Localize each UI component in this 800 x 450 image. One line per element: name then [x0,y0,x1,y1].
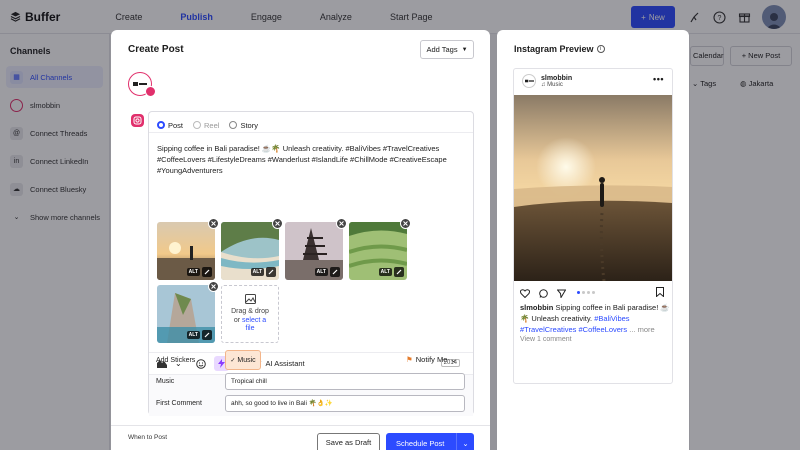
carousel-dot [582,291,585,294]
view-comments-link[interactable]: View 1 comment [520,336,572,343]
emoji-icon [195,358,206,369]
dropzone-text: Drag & drop [231,308,269,316]
alt-text-badge[interactable]: ALT [314,268,328,276]
edit-pencil-icon[interactable] [202,330,212,340]
notify-me-label: Notify Me [415,355,448,364]
media-thumbnail-5[interactable]: ALT [157,285,215,343]
edit-pencil-icon[interactable] [394,267,404,277]
alt-text-badge[interactable]: ALT [250,268,264,276]
post-type-story[interactable]: Story [229,118,258,132]
alt-text-badge[interactable]: ALT [186,331,200,339]
more-link[interactable]: ... more [629,325,654,334]
first-comment-label: First Comment [156,400,202,407]
music-sticker-label: Music [237,356,256,364]
add-tags-label: Add Tags [426,45,458,54]
post-editor: Post Reel Story Sipping coffee in Bali p… [148,111,474,416]
when-to-post-label: When to Post [128,434,168,441]
preview-username: slmobbin [541,74,573,82]
schedule-options-chevron-icon[interactable]: ⌄ [456,433,474,450]
chevron-down-icon: ⌄ [450,355,457,364]
media-thumbnail-1[interactable]: ALT [157,222,215,280]
hashtag-link[interactable]: #TravelCreatives [520,325,576,334]
sunset-beach-walker-image [514,95,672,281]
radio-selected[interactable] [157,121,165,129]
carousel-dot-active [577,291,580,294]
add-stickers-label: Add Stickers [156,357,196,364]
check-icon: ✓ [230,357,236,364]
edit-pencil-icon[interactable] [330,267,340,277]
caret-down-icon: ▼ [461,46,468,53]
preview-title: Instagram Preview i [514,44,605,54]
preview-music: ♫ Music [541,82,572,88]
remove-media-3-icon[interactable] [336,218,347,229]
first-comment-input[interactable]: ahh, so good to live in Bali 🌴👌✨ [225,395,465,412]
more-options-icon[interactable]: ••• [653,74,664,84]
edit-pencil-icon[interactable] [202,267,212,277]
post-type-label: Story [240,120,258,130]
add-tags-button[interactable]: Add Tags ▼ [420,40,474,59]
select-file-link-2[interactable]: file [246,325,255,334]
modal-footer: When to Post Save as Draft Schedule Post… [111,425,490,450]
preview-caption: slmobbin Sipping coffee in Bali paradise… [520,302,670,335]
schedule-post-label: Schedule Post [396,438,445,448]
radio-unselected[interactable] [193,121,202,129]
notify-me-dropdown[interactable]: ⚑ Notify Me ⌄ [406,355,457,364]
share-icon[interactable] [557,289,566,298]
remove-media-2-icon[interactable] [272,218,283,229]
post-type-reel[interactable]: Reel [193,118,219,132]
media-dropzone[interactable]: Drag & drop or select a file [221,285,279,343]
lightning-icon [217,359,225,368]
instagram-preview-panel: Instagram Previewi slmobbin ♫ Music ••• [497,30,689,450]
radio-unselected[interactable] [229,121,238,129]
music-input[interactable]: Tropical chill [225,373,465,390]
post-type-label: Reel [204,120,220,130]
emoji-button[interactable] [195,358,206,369]
create-post-modal: Create Post Add Tags ▼ Post Reel Story Si… [111,30,490,450]
notification-icon: ⚑ [406,355,413,364]
alt-text-badge[interactable]: ALT [378,268,392,276]
dropzone-or: or [233,316,241,324]
remove-media-4-icon[interactable] [400,218,411,229]
instagram-post-card: slmobbin ♫ Music ••• slmobbin Sipping co… [513,68,673,384]
edit-pencil-icon[interactable] [266,267,276,277]
post-type-post[interactable]: Post [157,118,183,132]
remove-media-5-icon[interactable] [208,281,219,292]
hashtag-link[interactable]: #CoffeeLovers [579,325,628,334]
post-type-selector: Post Reel Story [149,112,473,133]
account-logo-icon [133,82,147,86]
select-file-link[interactable]: select a [242,317,266,324]
instagram-badge-icon [145,86,156,97]
preview-music-label: Music [547,81,563,88]
bookmark-icon[interactable] [656,287,664,297]
preview-title-text: Instagram Preview [514,44,594,54]
ai-assistant-label: AI Assistant [265,359,305,368]
comment-icon[interactable] [539,288,548,298]
account-avatar [522,74,536,88]
media-thumbnail-4[interactable]: ALT [349,222,407,280]
preview-image [514,95,672,281]
music-sticker-button[interactable]: ✓ Music [225,350,261,370]
music-label: Music [156,378,175,385]
save-as-draft-button[interactable]: Save as Draft [317,433,380,450]
caption-username: slmobbin [520,303,554,312]
instagram-icon [131,114,144,127]
info-icon[interactable]: i [596,45,605,53]
media-thumbnail-2[interactable]: ALT [221,222,279,280]
carousel-dots [577,291,595,294]
post-header: slmobbin ♫ Music [522,74,572,88]
carousel-dot [587,291,590,294]
carousel-dot [592,291,595,294]
remove-media-1-icon[interactable] [208,218,219,229]
modal-title: Create Post [128,44,184,55]
media-thumbnail-3[interactable]: ALT [285,222,343,280]
heart-icon[interactable] [520,288,530,298]
hashtag-link[interactable]: #BaliVibes [594,314,629,323]
image-upload-icon [244,294,256,305]
schedule-post-button[interactable]: Schedule Post ⌄ [386,433,474,450]
post-type-label: Post [168,120,184,130]
alt-text-badge[interactable]: ALT [186,268,200,276]
caption-textarea[interactable]: Sipping coffee in Bali paradise! ☕🌴 Unle… [157,143,462,176]
ai-assistant-button[interactable]: ⚚AI Assistant [256,359,305,368]
